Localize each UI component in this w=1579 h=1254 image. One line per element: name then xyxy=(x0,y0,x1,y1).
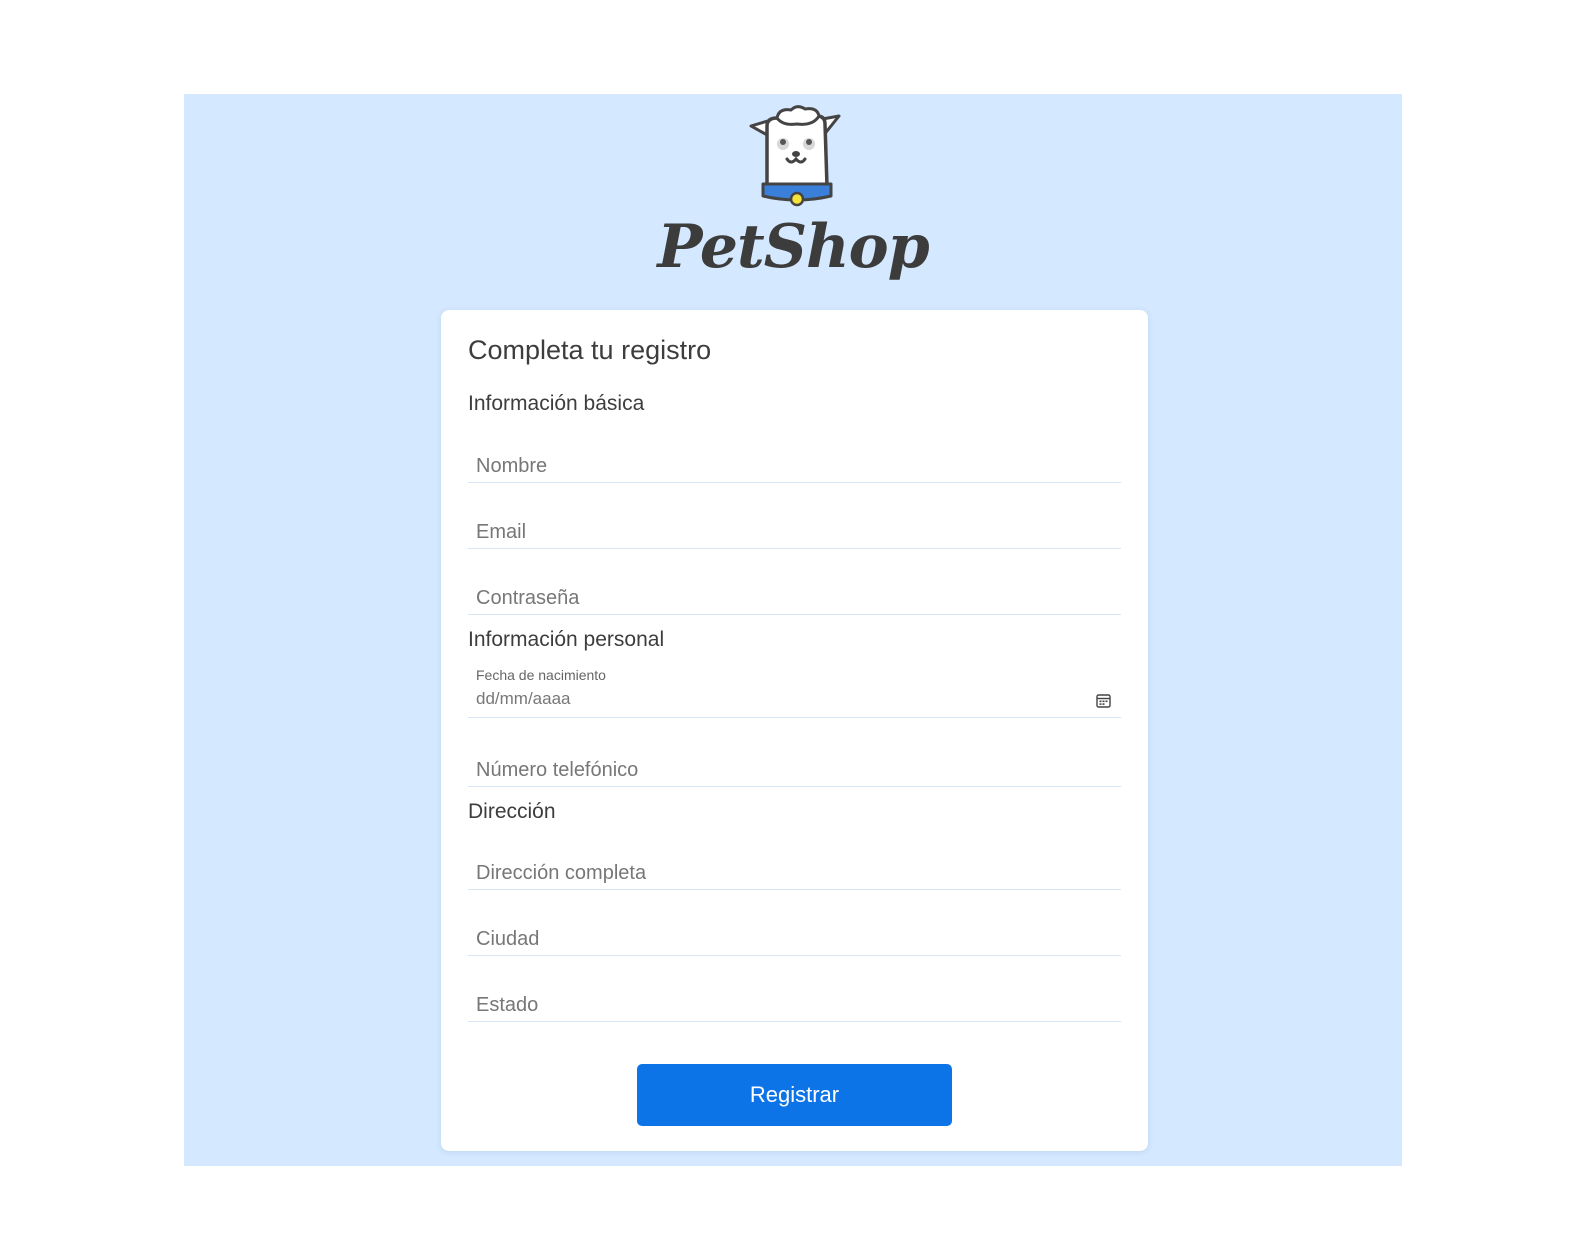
form-title: Completa tu registro xyxy=(468,335,712,365)
name-field xyxy=(468,438,1121,483)
birthdate-field[interactable]: Fecha de nacimiento dd/mm/aaaa xyxy=(468,661,1121,718)
password-field xyxy=(468,570,1121,615)
birthdate-placeholder[interactable]: dd/mm/aaaa xyxy=(476,689,571,709)
state-input[interactable] xyxy=(468,994,1121,1017)
birthdate-label: Fecha de nacimiento xyxy=(476,667,606,683)
register-button[interactable]: Registrar xyxy=(637,1064,952,1126)
dog-logo-icon xyxy=(749,105,841,207)
section-address-title: Dirección xyxy=(468,800,556,823)
section-personal-title: Información personal xyxy=(468,628,665,651)
name-input[interactable] xyxy=(468,455,1121,478)
password-input[interactable] xyxy=(468,587,1121,610)
calendar-icon[interactable] xyxy=(1096,693,1111,708)
phone-field xyxy=(468,742,1121,787)
city-input[interactable] xyxy=(468,928,1121,951)
state-field xyxy=(468,977,1121,1022)
phone-input[interactable] xyxy=(468,759,1121,782)
city-field xyxy=(468,911,1121,956)
address-input[interactable] xyxy=(468,862,1121,885)
registration-card: Completa tu registro Información básica … xyxy=(441,310,1148,1151)
page-background: PetShop Completa tu registro Información… xyxy=(184,94,1402,1166)
brand-name: PetShop xyxy=(657,212,929,282)
email-input[interactable] xyxy=(468,521,1121,544)
address-field xyxy=(468,845,1121,890)
section-basic-title: Información básica xyxy=(468,392,645,415)
email-field xyxy=(468,504,1121,549)
brand-logo: PetShop xyxy=(184,94,1402,309)
